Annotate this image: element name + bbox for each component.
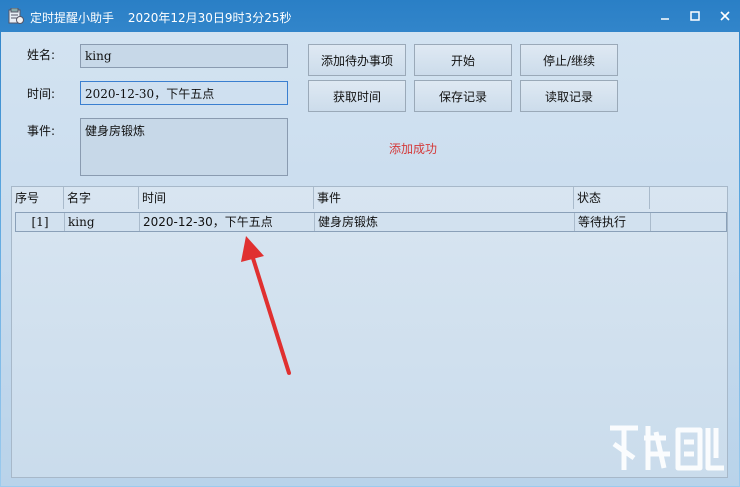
maximize-icon bbox=[690, 11, 700, 21]
name-label: 姓名: bbox=[27, 48, 56, 62]
app-title: 定时提醒小助手 bbox=[30, 11, 115, 25]
cell-event: 健身房锻炼 bbox=[315, 213, 575, 231]
save-record-button[interactable]: 保存记录 bbox=[414, 80, 512, 112]
minimize-button[interactable] bbox=[654, 6, 676, 26]
stop-continue-button[interactable]: 停止/继续 bbox=[520, 44, 618, 76]
column-header-name[interactable]: 名字 bbox=[64, 187, 139, 209]
get-time-button[interactable]: 获取时间 bbox=[308, 80, 406, 112]
table-header: 序号 名字 时间 事件 状态 bbox=[12, 187, 727, 209]
watermark-logo bbox=[610, 425, 724, 471]
cell-status: 等待执行 bbox=[575, 213, 651, 231]
time-label: 时间: bbox=[27, 87, 56, 101]
close-icon bbox=[720, 11, 730, 21]
event-label: 事件: bbox=[27, 124, 56, 138]
column-header-status[interactable]: 状态 bbox=[574, 187, 650, 209]
title-bar: 定时提醒小助手 2020年12月30日9时3分25秒 bbox=[0, 0, 740, 32]
start-button[interactable]: 开始 bbox=[414, 44, 512, 76]
close-button[interactable] bbox=[714, 6, 736, 26]
cell-index: [1] bbox=[16, 213, 65, 231]
app-icon bbox=[8, 8, 24, 24]
minimize-icon bbox=[661, 18, 669, 20]
cell-time: 2020-12-30，下午五点 bbox=[140, 213, 315, 231]
read-record-button[interactable]: 读取记录 bbox=[520, 80, 618, 112]
column-header-index[interactable]: 序号 bbox=[12, 187, 64, 209]
current-datetime: 2020年12月30日9时3分25秒 bbox=[127, 11, 292, 25]
window-title: 定时提醒小助手 2020年12月30日9时3分25秒 bbox=[30, 9, 291, 26]
name-input[interactable] bbox=[80, 44, 288, 68]
column-header-event[interactable]: 事件 bbox=[314, 187, 574, 209]
status-message: 添加成功 bbox=[389, 142, 438, 156]
event-textarea[interactable]: 健身房锻炼 bbox=[80, 118, 288, 176]
table-row[interactable]: [1] king 2020-12-30，下午五点 健身房锻炼 等待执行 bbox=[15, 212, 727, 232]
maximize-button[interactable] bbox=[684, 6, 706, 26]
time-input[interactable] bbox=[80, 81, 288, 105]
add-todo-button[interactable]: 添加待办事项 bbox=[308, 44, 406, 76]
cell-name: king bbox=[65, 213, 140, 231]
column-header-time[interactable]: 时间 bbox=[139, 187, 314, 209]
